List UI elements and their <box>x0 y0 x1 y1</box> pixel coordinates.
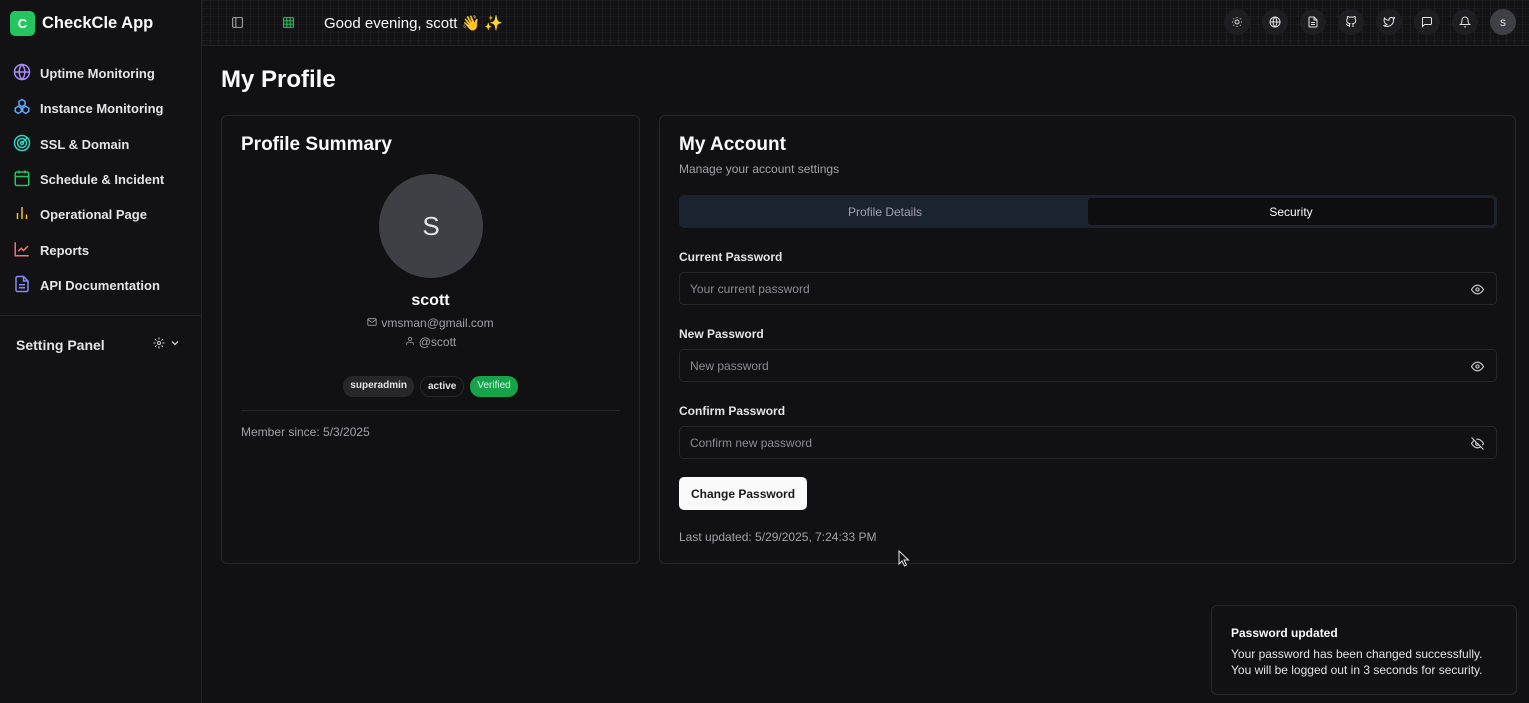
sidebar-item-operational-page[interactable]: Operational Page <box>0 197 201 232</box>
current-password-field <box>679 272 1497 305</box>
toast-title: Password updated <box>1231 626 1338 640</box>
line-chart-icon <box>13 240 31 261</box>
confirm-password-input[interactable] <box>680 427 1496 458</box>
user-avatar[interactable]: s <box>1490 9 1516 35</box>
grid-icon[interactable] <box>277 12 299 34</box>
radar-icon <box>13 134 31 155</box>
app-logo: C <box>10 10 35 36</box>
eye-icon[interactable] <box>1470 360 1485 373</box>
profile-avatar: S <box>379 174 483 278</box>
toast-message: You will be logged out in 3 seconds for … <box>1231 663 1483 677</box>
eye-icon[interactable] <box>1470 283 1485 296</box>
profile-summary-title: Profile Summary <box>241 134 392 155</box>
docs-file-icon[interactable] <box>1300 9 1326 35</box>
message-icon[interactable] <box>1414 9 1440 35</box>
calendar-icon <box>13 169 31 190</box>
sidebar-item-uptime-monitoring[interactable]: Uptime Monitoring <box>0 56 201 91</box>
greeting: Good evening, scott 👋 ✨ <box>324 14 504 32</box>
status-badge: active <box>419 376 465 397</box>
top-header: Good evening, scott 👋 ✨ s <box>202 0 1529 46</box>
header-actions: s <box>1224 9 1516 35</box>
app-name: CheckCle App <box>42 13 154 32</box>
eye-off-icon[interactable] <box>1470 437 1485 450</box>
my-account-card: My Account Manage your account settings … <box>659 115 1516 564</box>
mail-icon <box>367 316 377 330</box>
profile-handle-row: @scott <box>222 335 639 349</box>
document-icon <box>13 275 31 296</box>
sidebar-item-instance-monitoring[interactable]: Instance Monitoring <box>0 91 201 126</box>
member-since: Member since: 5/3/2025 <box>241 425 370 439</box>
sidebar-item-reports[interactable]: Reports <box>0 232 201 267</box>
profile-summary-card: Profile Summary S scott vmsman@gmail.com… <box>221 115 640 564</box>
bar-chart-icon <box>13 204 31 225</box>
last-updated: Last updated: 5/29/2025, 7:24:33 PM <box>679 530 877 544</box>
sidebar-toggle-icon[interactable] <box>226 12 248 34</box>
cubes-icon <box>13 98 31 119</box>
profile-handle: @scott <box>418 335 457 349</box>
sidebar-item-label: Schedule & Incident <box>40 172 165 188</box>
new-password-field <box>679 349 1497 382</box>
current-password-label: Current Password <box>679 250 783 264</box>
chevron-down-icon <box>169 336 181 354</box>
sidebar-item-schedule-incident[interactable]: Schedule & Incident <box>0 162 201 197</box>
profile-username: scott <box>411 292 450 309</box>
page-title: My Profile <box>221 66 336 93</box>
tab-security[interactable]: Security <box>1088 198 1494 225</box>
setting-panel-toggle[interactable]: Setting Panel <box>0 316 201 374</box>
sidebar: C CheckCle App Uptime Monitoring Instanc… <box>0 0 202 703</box>
account-subtitle: Manage your account settings <box>679 162 840 176</box>
role-badge: superadmin <box>343 376 414 397</box>
sidebar-item-ssl-domain[interactable]: SSL & Domain <box>0 127 201 162</box>
setting-panel-label: Setting Panel <box>16 337 105 354</box>
sidebar-item-label: Reports <box>40 242 90 258</box>
globe-icon <box>13 63 31 84</box>
tab-profile-details[interactable]: Profile Details <box>682 198 1088 225</box>
sidebar-item-api-documentation[interactable]: API Documentation <box>0 268 201 303</box>
sidebar-nav: Uptime Monitoring Instance Monitoring SS… <box>0 56 201 303</box>
confirm-password-field <box>679 426 1497 459</box>
sidebar-item-label: SSL & Domain <box>40 136 130 152</box>
bell-icon[interactable] <box>1452 9 1478 35</box>
user-icon <box>405 335 415 349</box>
brand[interactable]: C CheckCle App <box>0 0 201 46</box>
account-tabs: Profile Details Security <box>679 195 1497 228</box>
sidebar-item-label: Operational Page <box>40 207 147 223</box>
toast-message: Your password has been changed successfu… <box>1231 647 1483 661</box>
mouse-cursor-icon <box>898 550 910 567</box>
github-icon[interactable] <box>1338 9 1364 35</box>
profile-email: vmsman@gmail.com <box>381 316 494 330</box>
setting-panel-icons <box>153 336 181 354</box>
summary-divider <box>241 410 620 411</box>
theme-toggle-icon[interactable] <box>1224 9 1250 35</box>
verified-badge: Verified <box>470 376 518 397</box>
toast-notification[interactable]: Password updated Your password has been … <box>1211 605 1517 695</box>
current-password-input[interactable] <box>680 273 1496 304</box>
gear-icon <box>153 336 165 354</box>
new-password-label: New Password <box>679 327 764 341</box>
sidebar-item-label: Uptime Monitoring <box>40 66 155 82</box>
confirm-password-label: Confirm Password <box>679 404 786 418</box>
change-password-button[interactable]: Change Password <box>679 477 808 510</box>
profile-email-row: vmsman@gmail.com <box>222 316 639 330</box>
sidebar-item-label: Instance Monitoring <box>40 101 164 117</box>
twitter-icon[interactable] <box>1376 9 1402 35</box>
profile-badges: superadmin active Verified <box>222 376 639 397</box>
language-globe-icon[interactable] <box>1262 9 1288 35</box>
new-password-input[interactable] <box>680 350 1496 381</box>
sidebar-item-label: API Documentation <box>40 277 160 293</box>
account-title: My Account <box>679 134 786 155</box>
